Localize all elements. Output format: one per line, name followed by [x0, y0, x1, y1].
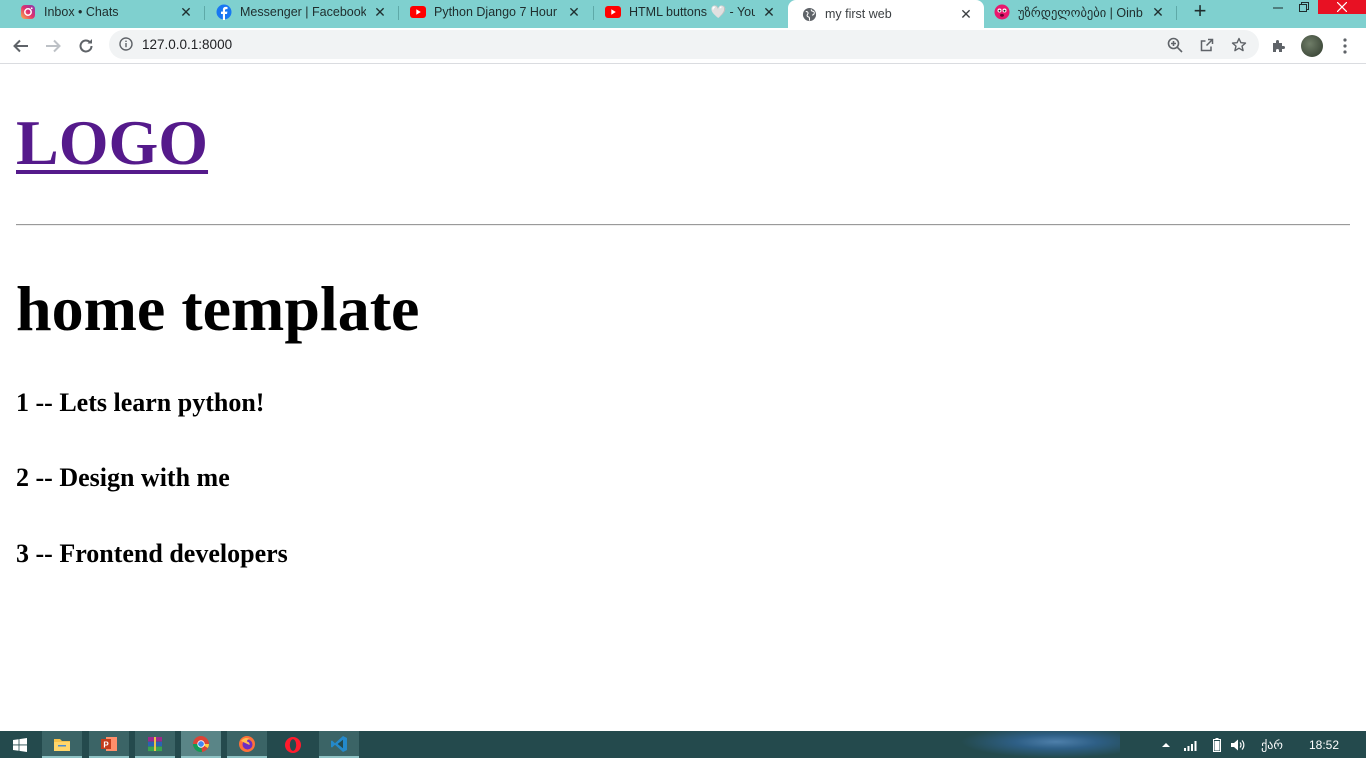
- instagram-icon: [20, 4, 36, 20]
- restore-icon: [1299, 2, 1309, 12]
- address-url[interactable]: 127.0.0.1:8000: [142, 37, 232, 52]
- list-item: 1 -- Lets learn python!: [16, 388, 265, 417]
- taskbar-firefox[interactable]: [227, 731, 267, 758]
- tab-close-icon[interactable]: ✕: [178, 4, 194, 20]
- close-icon: [1337, 2, 1347, 12]
- globe-icon: [801, 6, 817, 22]
- back-button[interactable]: [9, 34, 33, 58]
- tab-oinb[interactable]: უზრდელობები | Oinb ✕: [984, 0, 1176, 24]
- volume-control[interactable]: [1228, 731, 1248, 758]
- start-button[interactable]: [0, 731, 40, 758]
- kebab-menu-icon: [1343, 38, 1347, 54]
- avatar: [1301, 35, 1323, 57]
- bookmark-star-icon[interactable]: [1230, 36, 1248, 54]
- share-icon[interactable]: [1198, 36, 1216, 54]
- powerpoint-icon: P: [101, 736, 117, 751]
- horizontal-rule: [16, 224, 1350, 226]
- wallpaper-decoration: [960, 731, 1120, 758]
- battery-status[interactable]: [1208, 731, 1226, 758]
- tab-close-icon[interactable]: ✕: [372, 4, 388, 20]
- tab-instagram[interactable]: Inbox • Chats ✕: [0, 0, 204, 24]
- windows-icon: [13, 737, 27, 752]
- chrome-icon: [193, 735, 209, 752]
- network-status[interactable]: [1180, 731, 1202, 758]
- emoji-icon: [994, 4, 1010, 20]
- list-item: 2 -- Design with me: [16, 463, 230, 492]
- new-tab-button[interactable]: +: [1188, 0, 1212, 23]
- zoom-icon[interactable]: [1166, 36, 1184, 54]
- folder-icon: [54, 738, 70, 751]
- page-content: LOGO home template 1 -- Lets learn pytho…: [0, 64, 1366, 731]
- list-item: 3 -- Frontend developers: [16, 539, 288, 568]
- opera-icon: [285, 736, 301, 753]
- address-bar[interactable]: 127.0.0.1:8000: [109, 30, 1259, 59]
- chevron-up-icon: [1162, 742, 1170, 747]
- keyboard-layout-indicator[interactable]: ქარ: [1254, 731, 1290, 758]
- signal-bars-icon: [1184, 740, 1197, 751]
- tab-messenger[interactable]: Messenger | Facebook ✕: [196, 0, 398, 24]
- tab-strip: Inbox • Chats ✕ Messenger | Facebook ✕ P…: [0, 0, 1366, 28]
- arrow-left-icon: [13, 39, 28, 53]
- browser-toolbar: 127.0.0.1:8000: [0, 28, 1366, 64]
- tab-title: Messenger | Facebook: [240, 5, 366, 19]
- info-icon[interactable]: [119, 37, 133, 56]
- tab-divider: [1176, 6, 1177, 20]
- tab-my-first-web[interactable]: my first web ✕: [788, 0, 984, 28]
- svg-text:P: P: [103, 740, 109, 749]
- arrow-right-icon: [46, 39, 61, 53]
- archive-icon: [148, 736, 162, 751]
- youtube-icon: [410, 4, 426, 20]
- youtube-icon: [605, 4, 621, 20]
- extensions-button[interactable]: [1267, 34, 1291, 58]
- taskbar-file-explorer[interactable]: [42, 731, 82, 758]
- taskbar-vscode[interactable]: [319, 731, 359, 758]
- page-heading: home template: [16, 273, 420, 344]
- battery-icon: [1213, 737, 1221, 752]
- logo-link[interactable]: LOGO: [16, 106, 208, 180]
- profile-button[interactable]: [1300, 34, 1324, 58]
- tab-html-buttons[interactable]: HTML buttons 🤍 - YouTu ✕: [585, 0, 787, 24]
- reload-icon: [79, 39, 93, 53]
- vscode-icon: [331, 735, 347, 752]
- clock[interactable]: 18:52: [1300, 731, 1348, 758]
- tab-close-icon[interactable]: ✕: [761, 4, 777, 20]
- tab-close-icon[interactable]: ✕: [1150, 4, 1166, 20]
- tab-close-icon[interactable]: ✕: [958, 6, 974, 22]
- speaker-icon: [1231, 739, 1245, 750]
- tab-title: უზრდელობები | Oinb: [1018, 5, 1143, 20]
- taskbar: P ქარ 18:52: [0, 731, 1366, 758]
- taskbar-winrar[interactable]: [135, 731, 175, 758]
- close-window-button[interactable]: [1318, 0, 1366, 14]
- show-hidden-icons-button[interactable]: [1158, 731, 1174, 758]
- facebook-icon: [216, 4, 232, 20]
- reload-button[interactable]: [74, 34, 98, 58]
- tab-django[interactable]: Python Django 7 Hour C ✕: [390, 0, 592, 24]
- tab-close-icon[interactable]: ✕: [566, 4, 582, 20]
- minimize-icon: [1273, 7, 1283, 9]
- tab-title: Python Django 7 Hour C: [434, 5, 560, 19]
- tab-title: my first web: [825, 7, 892, 21]
- taskbar-powerpoint[interactable]: P: [89, 731, 129, 758]
- taskbar-chrome[interactable]: [181, 731, 221, 758]
- menu-button[interactable]: [1333, 34, 1357, 58]
- firefox-icon: [239, 735, 255, 752]
- tab-title: HTML buttons 🤍 - YouTu: [629, 4, 755, 19]
- tab-title: Inbox • Chats: [44, 5, 119, 19]
- taskbar-opera[interactable]: [273, 731, 313, 758]
- forward-button[interactable]: [41, 34, 65, 58]
- puzzle-icon: [1273, 40, 1285, 52]
